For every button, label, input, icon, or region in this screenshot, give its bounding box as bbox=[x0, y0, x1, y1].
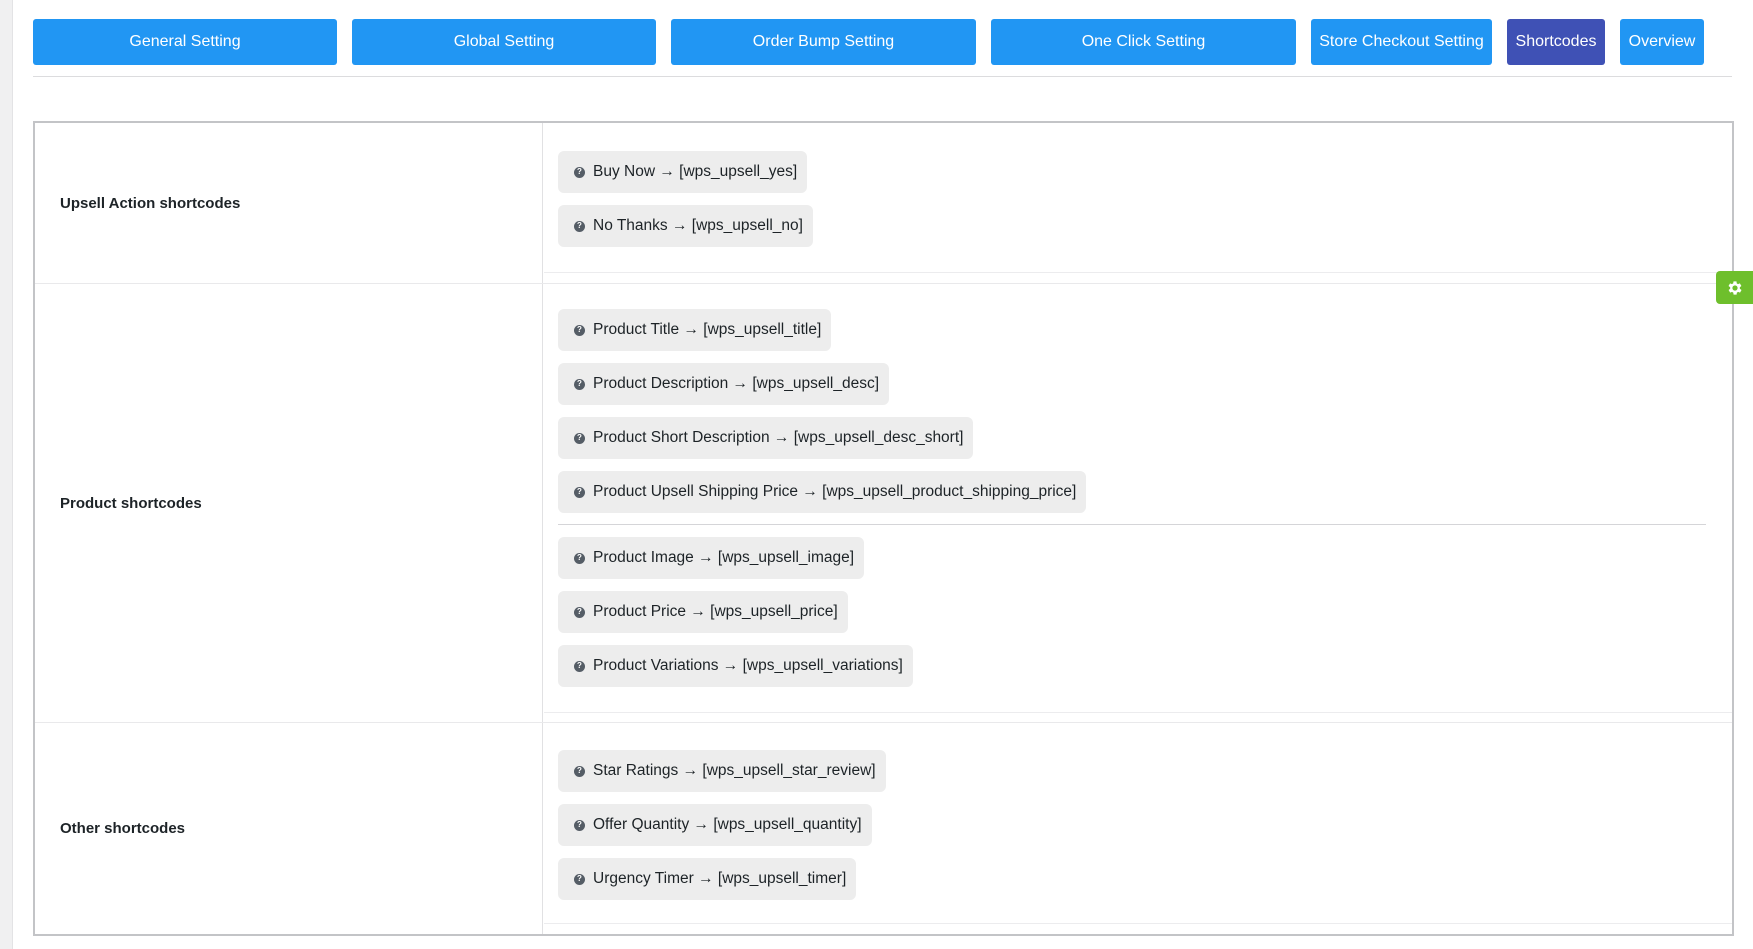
cell-divider bbox=[544, 272, 1732, 273]
shortcode-chip[interactable]: ? Product Upsell Shipping Price → [wps_u… bbox=[558, 471, 1087, 513]
shortcode-chip[interactable]: ? Product Title → [wps_upsell_title] bbox=[558, 309, 832, 351]
shortcode-text: Product Title → [wps_upsell_title] bbox=[593, 321, 822, 338]
shortcode-text: Product Upsell Shipping Price → [wps_ups… bbox=[593, 483, 1077, 500]
settings-side-tab[interactable] bbox=[1716, 271, 1753, 304]
question-circle-icon: ? bbox=[574, 220, 585, 232]
question-circle-icon: ? bbox=[574, 552, 585, 564]
shortcode-text: No Thanks → [wps_upsell_no] bbox=[593, 217, 803, 234]
shortcode-text: Product Short Description → [wps_upsell_… bbox=[593, 429, 964, 446]
shortcode-text: Product Image → [wps_upsell_image] bbox=[593, 549, 855, 566]
tab-store-checkout-setting[interactable]: Store Checkout Setting bbox=[1311, 19, 1492, 65]
tab-general-setting[interactable]: General Setting bbox=[33, 19, 337, 65]
shortcode-text: Urgency Timer → [wps_upsell_timer] bbox=[593, 870, 847, 887]
shortcode-text: Product Variations → [wps_upsell_variati… bbox=[593, 657, 903, 674]
question-circle-icon: ? bbox=[574, 324, 585, 336]
gear-icon bbox=[1728, 280, 1742, 295]
question-circle-icon: ? bbox=[574, 765, 585, 777]
tabs-divider bbox=[33, 76, 1732, 77]
shortcode-chip[interactable]: ? Buy Now → [wps_upsell_yes] bbox=[558, 151, 808, 193]
shortcode-chip[interactable]: ? Star Ratings → [wps_upsell_star_review… bbox=[558, 750, 886, 792]
shortcode-text: Product Description → [wps_upsell_desc] bbox=[593, 375, 880, 392]
shortcode-text: Product Price → [wps_upsell_price] bbox=[593, 603, 838, 620]
shortcode-chip[interactable]: ? Offer Quantity → [wps_upsell_quantity] bbox=[558, 804, 872, 846]
shortcode-text: Star Ratings → [wps_upsell_star_review] bbox=[593, 762, 876, 779]
row-label: Product shortcodes bbox=[35, 284, 543, 722]
shortcode-chip[interactable]: ? Product Variations → [wps_upsell_varia… bbox=[558, 645, 913, 687]
tab-overview[interactable]: Overview bbox=[1620, 19, 1704, 65]
admin-sidebar-edge bbox=[0, 0, 13, 949]
row-label: Upsell Action shortcodes bbox=[35, 123, 543, 283]
upsell-action-shortcodes-row: Upsell Action shortcodes bbox=[35, 123, 1732, 283]
cell-divider bbox=[544, 923, 1732, 924]
question-circle-icon: ? bbox=[574, 660, 585, 672]
shortcode-group-divider bbox=[558, 524, 1706, 525]
tab-one-click-setting[interactable]: One Click Setting bbox=[991, 19, 1296, 65]
tab-global-setting[interactable]: Global Setting bbox=[352, 19, 656, 65]
shortcode-chip[interactable]: ? Product Short Description → [wps_upsel… bbox=[558, 417, 974, 459]
question-circle-icon: ? bbox=[574, 819, 585, 831]
tab-order-bump-setting[interactable]: Order Bump Setting bbox=[671, 19, 976, 65]
cell-divider bbox=[544, 712, 1732, 713]
question-circle-icon: ? bbox=[574, 606, 585, 618]
question-circle-icon: ? bbox=[574, 166, 585, 178]
shortcode-chip[interactable]: ? Product Price → [wps_upsell_price] bbox=[558, 591, 848, 633]
question-circle-icon: ? bbox=[574, 486, 585, 498]
shortcodes-table: Upsell Action shortcodes ? Buy Now → [wp… bbox=[33, 121, 1734, 936]
shortcode-text: Offer Quantity → [wps_upsell_quantity] bbox=[593, 816, 862, 833]
shortcodes-settings-page: General Setting Global Setting Order Bum… bbox=[0, 0, 1753, 949]
row-label: Other shortcodes bbox=[35, 723, 543, 934]
question-circle-icon: ? bbox=[574, 873, 585, 885]
shortcode-chip[interactable]: ? Product Image → [wps_upsell_image] bbox=[558, 537, 865, 579]
question-circle-icon: ? bbox=[574, 432, 585, 444]
shortcode-chip[interactable]: ? Urgency Timer → [wps_upsell_timer] bbox=[558, 858, 857, 900]
shortcode-text: Buy Now → [wps_upsell_yes] bbox=[593, 163, 798, 180]
question-circle-icon: ? bbox=[574, 378, 585, 390]
tab-shortcodes[interactable]: Shortcodes bbox=[1507, 19, 1605, 65]
shortcode-chip[interactable]: ? No Thanks → [wps_upsell_no] bbox=[558, 205, 813, 247]
shortcode-chip[interactable]: ? Product Description → [wps_upsell_desc… bbox=[558, 363, 890, 405]
